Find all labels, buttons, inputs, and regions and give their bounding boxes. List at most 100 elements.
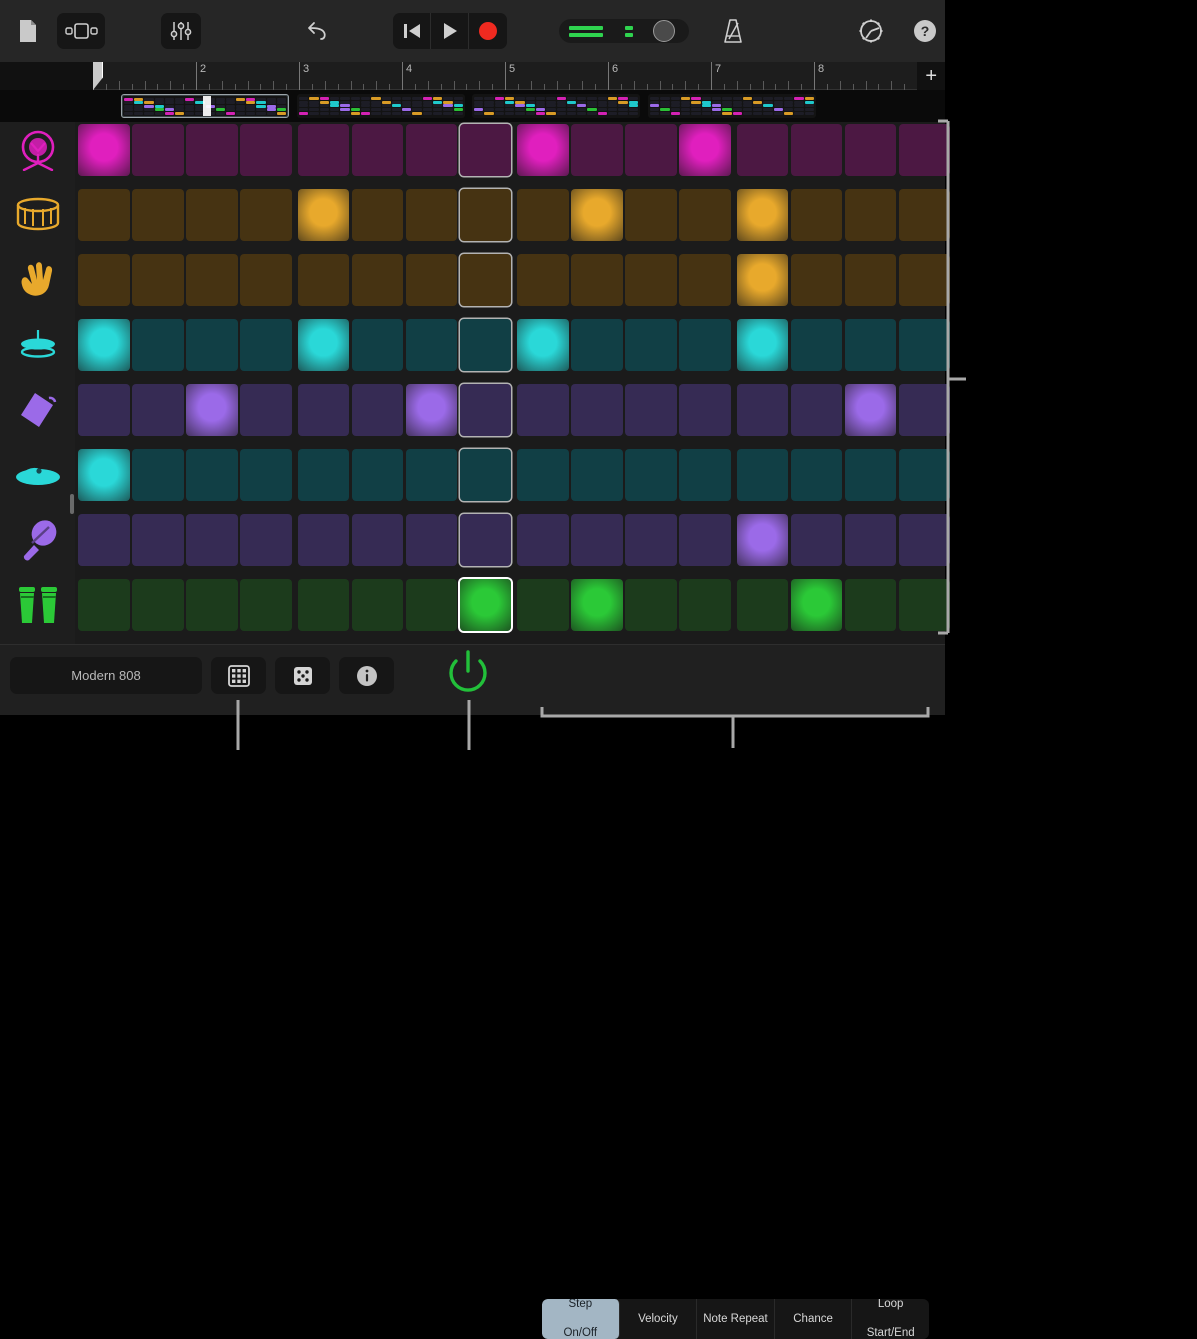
pattern-block[interactable] bbox=[648, 94, 816, 118]
step-cell[interactable] bbox=[899, 384, 951, 436]
step-cell[interactable] bbox=[845, 579, 897, 631]
instrument-maraca[interactable] bbox=[0, 514, 75, 570]
lcd-display[interactable] bbox=[559, 19, 689, 43]
step-cell[interactable] bbox=[240, 124, 292, 176]
step-cell[interactable] bbox=[240, 449, 292, 501]
step-cell[interactable] bbox=[460, 254, 512, 306]
step-cell[interactable] bbox=[845, 254, 897, 306]
step-cell[interactable] bbox=[737, 189, 789, 241]
step-cell[interactable] bbox=[625, 449, 677, 501]
step-cell[interactable] bbox=[571, 579, 623, 631]
step-cell[interactable] bbox=[845, 514, 897, 566]
metronome-icon[interactable] bbox=[713, 11, 753, 51]
step-cell[interactable] bbox=[791, 579, 843, 631]
step-cell[interactable] bbox=[679, 319, 731, 371]
step-cell[interactable] bbox=[625, 384, 677, 436]
step-cell[interactable] bbox=[625, 514, 677, 566]
undo-icon[interactable] bbox=[297, 11, 337, 51]
step-cell[interactable] bbox=[899, 254, 951, 306]
step-cell[interactable] bbox=[571, 514, 623, 566]
step-cell[interactable] bbox=[352, 319, 404, 371]
step-cell[interactable] bbox=[298, 449, 350, 501]
grid-view-button[interactable] bbox=[211, 657, 266, 694]
step-cell[interactable] bbox=[679, 449, 731, 501]
mode-button-velocity[interactable]: Velocity bbox=[620, 1299, 698, 1339]
step-cell[interactable] bbox=[78, 514, 130, 566]
step-cell[interactable] bbox=[460, 384, 512, 436]
step-cell[interactable] bbox=[737, 514, 789, 566]
step-cell[interactable] bbox=[517, 254, 569, 306]
step-cell[interactable] bbox=[240, 579, 292, 631]
step-cell[interactable] bbox=[899, 579, 951, 631]
step-cell[interactable] bbox=[791, 384, 843, 436]
step-cell[interactable] bbox=[240, 514, 292, 566]
step-cell[interactable] bbox=[460, 189, 512, 241]
step-cell[interactable] bbox=[78, 579, 130, 631]
step-cell[interactable] bbox=[298, 254, 350, 306]
step-cell[interactable] bbox=[737, 124, 789, 176]
step-cell[interactable] bbox=[625, 124, 677, 176]
step-cell[interactable] bbox=[625, 319, 677, 371]
step-cell[interactable] bbox=[406, 319, 458, 371]
step-cell[interactable] bbox=[132, 384, 184, 436]
instrument-snare[interactable] bbox=[0, 189, 75, 245]
step-cell[interactable] bbox=[460, 319, 512, 371]
step-cell[interactable] bbox=[352, 124, 404, 176]
step-cell[interactable] bbox=[132, 449, 184, 501]
pattern-block[interactable] bbox=[472, 94, 640, 118]
step-cell[interactable] bbox=[679, 189, 731, 241]
step-cell[interactable] bbox=[899, 189, 951, 241]
step-cell[interactable] bbox=[679, 124, 731, 176]
step-cell[interactable] bbox=[679, 579, 731, 631]
step-cell[interactable] bbox=[517, 124, 569, 176]
help-icon[interactable]: ? bbox=[905, 11, 945, 51]
power-button[interactable] bbox=[443, 648, 493, 698]
step-cell[interactable] bbox=[78, 189, 130, 241]
step-cell[interactable] bbox=[352, 254, 404, 306]
step-cell[interactable] bbox=[186, 254, 238, 306]
step-cell[interactable] bbox=[845, 384, 897, 436]
step-cell[interactable] bbox=[460, 449, 512, 501]
step-cell[interactable] bbox=[240, 384, 292, 436]
step-cell[interactable] bbox=[132, 254, 184, 306]
step-cell[interactable] bbox=[298, 319, 350, 371]
step-cell[interactable] bbox=[298, 189, 350, 241]
randomize-button[interactable] bbox=[275, 657, 330, 694]
step-cell[interactable] bbox=[352, 384, 404, 436]
instrument-congas[interactable] bbox=[0, 579, 75, 635]
step-cell[interactable] bbox=[899, 514, 951, 566]
step-cell[interactable] bbox=[571, 189, 623, 241]
instrument-cymbal[interactable] bbox=[0, 449, 75, 505]
step-cell[interactable] bbox=[737, 384, 789, 436]
step-cell[interactable] bbox=[186, 579, 238, 631]
step-cell[interactable] bbox=[517, 449, 569, 501]
instrument-clap[interactable] bbox=[0, 254, 75, 310]
step-cell[interactable] bbox=[132, 319, 184, 371]
step-cell[interactable] bbox=[625, 579, 677, 631]
play-button[interactable] bbox=[431, 13, 469, 49]
step-cell[interactable] bbox=[625, 189, 677, 241]
rewind-button[interactable] bbox=[393, 13, 431, 49]
step-cell[interactable] bbox=[737, 254, 789, 306]
step-cell[interactable] bbox=[132, 514, 184, 566]
step-cell[interactable] bbox=[240, 189, 292, 241]
step-cell[interactable] bbox=[791, 189, 843, 241]
step-cell[interactable] bbox=[186, 384, 238, 436]
step-cell[interactable] bbox=[352, 579, 404, 631]
vertical-scrollbar[interactable] bbox=[70, 494, 74, 514]
step-cell[interactable] bbox=[737, 449, 789, 501]
step-cell[interactable] bbox=[845, 319, 897, 371]
ruler-track[interactable]: 12345678 bbox=[93, 62, 917, 90]
step-cell[interactable] bbox=[791, 449, 843, 501]
step-cell[interactable] bbox=[132, 124, 184, 176]
step-cell[interactable] bbox=[899, 319, 951, 371]
record-button[interactable] bbox=[469, 13, 507, 49]
mode-button-noterepeat[interactable]: Note Repeat bbox=[697, 1299, 775, 1339]
step-cell[interactable] bbox=[679, 514, 731, 566]
step-cell[interactable] bbox=[406, 254, 458, 306]
step-cell[interactable] bbox=[899, 449, 951, 501]
lcd-knob[interactable] bbox=[653, 20, 675, 42]
step-cell[interactable] bbox=[406, 189, 458, 241]
step-cell[interactable] bbox=[240, 254, 292, 306]
step-cell[interactable] bbox=[845, 449, 897, 501]
